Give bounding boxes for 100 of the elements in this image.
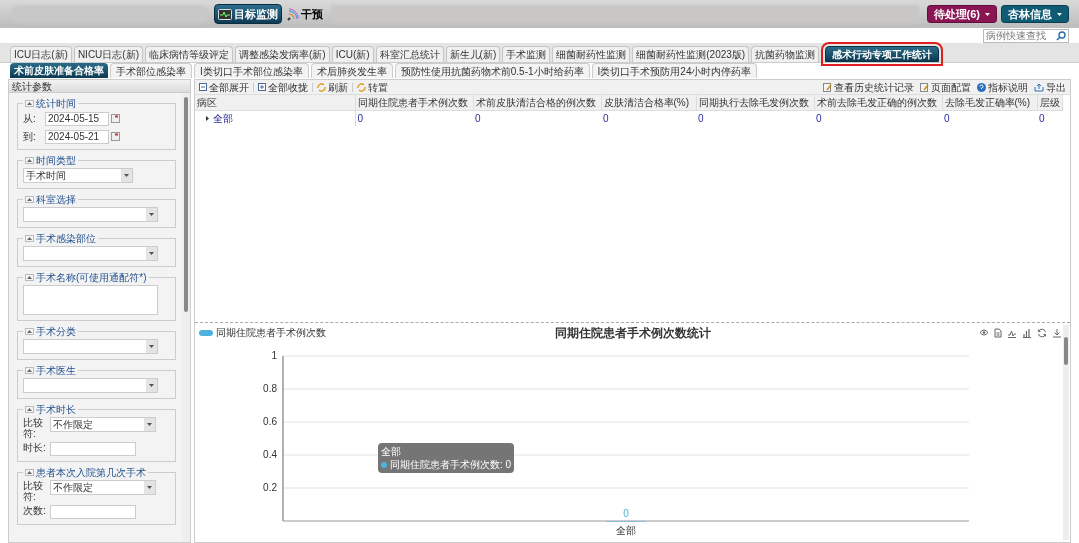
column-header[interactable]: 术前去除毛发正确的例次数 bbox=[814, 95, 942, 111]
column-header[interactable]: 术前皮肤清洁合格的例次数 bbox=[473, 95, 601, 111]
search-field[interactable]: 病例快速查找 bbox=[983, 28, 1069, 43]
legend-item[interactable]: 同期住院患者手术例次数 bbox=[199, 325, 326, 340]
tab[interactable]: 细菌耐药性监测 bbox=[552, 46, 631, 62]
document-icon[interactable] bbox=[994, 327, 1002, 338]
plus-box-icon bbox=[258, 83, 266, 91]
axis-label: 0.2 bbox=[263, 482, 277, 493]
toolbar-button[interactable]: 查看历史统计记录 bbox=[823, 80, 914, 95]
input-field[interactable] bbox=[50, 505, 136, 519]
dropdown-icon[interactable] bbox=[146, 247, 157, 260]
tab[interactable]: 预防性使用抗菌药物术前0.5-1小时给药率 bbox=[394, 63, 590, 78]
calendar-icon[interactable] bbox=[111, 132, 120, 141]
table-cell: 0 bbox=[475, 113, 481, 124]
table-cell: 0 bbox=[944, 113, 950, 124]
field-label: 从: bbox=[23, 112, 37, 126]
tab[interactable]: 手术部位感染率 bbox=[110, 63, 192, 78]
group-title: 科室选择 bbox=[36, 193, 76, 207]
dropdown-icon[interactable] bbox=[146, 340, 157, 353]
dropdown-icon[interactable] bbox=[144, 418, 155, 431]
dropdown-icon[interactable] bbox=[146, 208, 157, 221]
dropdown-icon[interactable] bbox=[144, 481, 155, 494]
tab[interactable]: 术前皮肤准备合格率 bbox=[10, 63, 108, 78]
group-title: 患者本次入院第几次手术 bbox=[36, 466, 146, 480]
tab[interactable]: 临床病情等级评定 bbox=[145, 46, 233, 62]
tab[interactable]: I类切口手术部位感染率 bbox=[194, 63, 309, 78]
toolbar-button[interactable]: 全部收拢 bbox=[258, 80, 308, 95]
collapse-icon[interactable] bbox=[25, 235, 34, 242]
tab[interactable]: 手术监测 bbox=[502, 46, 551, 62]
tab[interactable]: 术后肺炎发生率 bbox=[310, 63, 393, 78]
select-field[interactable]: 不作限定 bbox=[50, 417, 156, 432]
group-title: 手术感染部位 bbox=[36, 232, 96, 246]
tab[interactable]: 新生儿(新) bbox=[445, 46, 501, 62]
toolbar-button[interactable]: 指标说明 bbox=[977, 80, 1028, 95]
group-title: 手术名称(可使用通配符*) bbox=[36, 271, 147, 285]
tooltip-text: 同期住院患者手术例次数: 0 bbox=[390, 458, 512, 471]
select-field[interactable]: 手术时间 bbox=[23, 168, 133, 183]
column-header[interactable]: 层级 bbox=[1037, 95, 1062, 111]
tab[interactable]: 科室汇总统计 bbox=[375, 46, 444, 62]
bar-chart-icon[interactable] bbox=[1022, 327, 1032, 338]
toolbar-button[interactable]: 导出 bbox=[1034, 80, 1066, 95]
tab[interactable]: I类切口手术预防用24小时内停药率 bbox=[591, 63, 758, 78]
table-cell: 0 bbox=[357, 113, 364, 124]
tab[interactable]: ICU日志(新) bbox=[10, 46, 72, 62]
date-field[interactable]: 2024-05-15 bbox=[45, 111, 109, 126]
collapse-icon[interactable] bbox=[25, 100, 34, 107]
calendar-icon[interactable] bbox=[111, 114, 120, 123]
help-icon bbox=[977, 82, 986, 92]
input-field[interactable] bbox=[50, 442, 136, 456]
tab[interactable]: NICU日志(新) bbox=[73, 46, 143, 62]
tab[interactable]: 细菌耐药性监测(2023版) bbox=[632, 46, 750, 62]
group-title: 时间类型 bbox=[36, 154, 76, 168]
collapse-icon[interactable] bbox=[25, 274, 34, 281]
select-field[interactable] bbox=[23, 207, 158, 222]
collapse-icon[interactable] bbox=[25, 367, 34, 374]
toolbar-button[interactable]: 转置 bbox=[357, 80, 388, 95]
column-header[interactable]: 病区 bbox=[195, 95, 355, 111]
scrollbar[interactable] bbox=[1063, 325, 1069, 540]
tooltip-title: 全部 bbox=[381, 445, 402, 458]
eye-icon[interactable] bbox=[979, 328, 989, 337]
menu-button[interactable]: 待处理(6) bbox=[926, 5, 997, 23]
tab[interactable]: 抗菌药物监测 bbox=[751, 46, 820, 62]
dropdown-icon[interactable] bbox=[121, 169, 132, 182]
column-header[interactable]: 同期执行去除毛发例次数 bbox=[696, 95, 814, 111]
collapse-icon[interactable] bbox=[25, 157, 34, 164]
dropdown-icon[interactable] bbox=[146, 379, 157, 392]
menu-button[interactable]: 杏林信息 bbox=[1001, 5, 1069, 23]
select-field[interactable] bbox=[23, 339, 158, 354]
tree-node[interactable]: 全部 bbox=[213, 111, 233, 126]
minus-box-icon bbox=[199, 83, 207, 91]
group-title: 手术分类 bbox=[36, 325, 76, 339]
select-field[interactable]: 不作限定 bbox=[50, 480, 156, 495]
toolbar-button[interactable]: 页面配置 bbox=[920, 80, 971, 95]
tab[interactable]: ICU(新) bbox=[331, 46, 374, 62]
caret-icon bbox=[985, 12, 990, 16]
collapsed-icon[interactable] bbox=[205, 116, 210, 121]
table-cell: 0 bbox=[698, 113, 704, 124]
collapse-icon[interactable] bbox=[25, 196, 34, 203]
scrollbar[interactable] bbox=[182, 93, 190, 542]
toolbar-button[interactable]: 刷新 bbox=[317, 80, 348, 95]
select-field[interactable] bbox=[23, 246, 158, 261]
panel-title: 统计参数 bbox=[9, 80, 190, 93]
data-label: 0 bbox=[623, 508, 629, 519]
select-field[interactable] bbox=[23, 378, 158, 393]
column-header[interactable]: 同期住院患者手术例次数 bbox=[355, 95, 473, 111]
refresh-icon[interactable] bbox=[1037, 327, 1047, 338]
monitor-button[interactable]: 目标监测 bbox=[214, 4, 282, 24]
collapse-icon[interactable] bbox=[25, 406, 34, 413]
download-icon[interactable] bbox=[1052, 327, 1062, 338]
intervene-button[interactable]: 干预 bbox=[286, 4, 323, 24]
collapse-icon[interactable] bbox=[25, 328, 34, 335]
tab[interactable]: 调整感染发病率(新) bbox=[235, 46, 330, 62]
collapse-icon[interactable] bbox=[25, 469, 34, 476]
field-label: 到: bbox=[23, 130, 37, 144]
column-header[interactable]: 去除毛发正确率(%) bbox=[942, 95, 1037, 111]
toolbar-button[interactable]: 全部展开 bbox=[199, 80, 249, 95]
date-field[interactable]: 2024-05-21 bbox=[45, 129, 109, 144]
axis-label: 0.4 bbox=[263, 449, 277, 460]
column-header[interactable]: 皮肤清洁合格率(%) bbox=[601, 95, 696, 111]
group-title: 手术时长 bbox=[36, 403, 76, 417]
